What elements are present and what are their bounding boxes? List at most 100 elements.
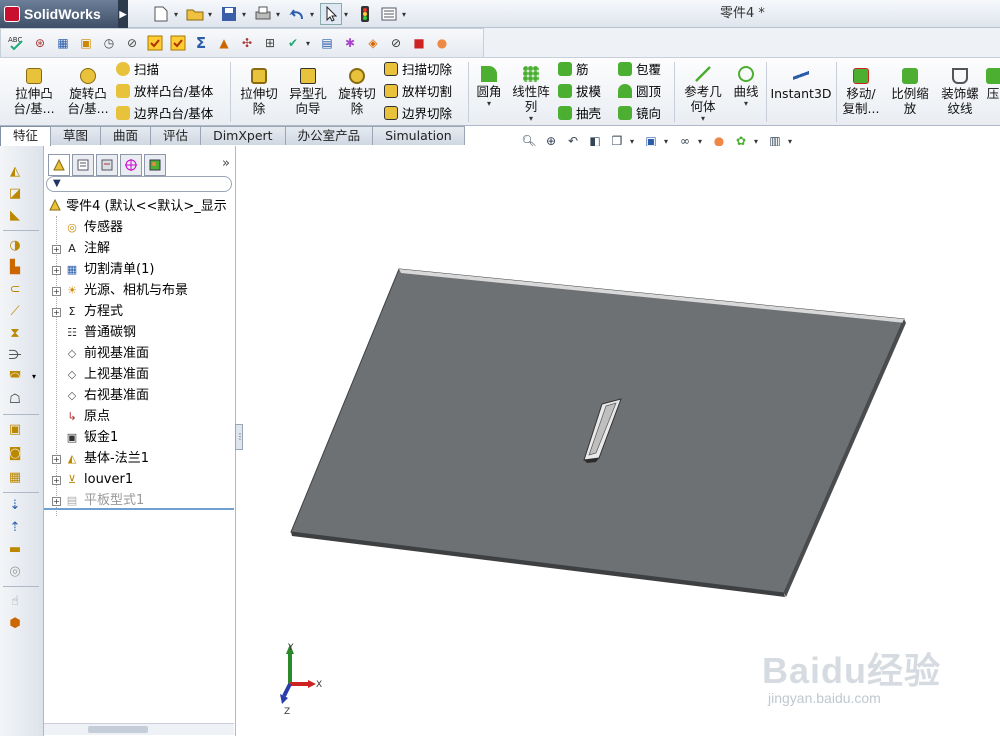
thickness-icon[interactable]: ◈ <box>363 33 383 53</box>
save-icon[interactable] <box>218 3 240 25</box>
tree-item[interactable]: ◇ 上视基准面 <box>52 365 149 385</box>
cosmetic-thread-button[interactable]: 装饰螺 纹线 <box>936 68 984 116</box>
expand-icon[interactable]: + <box>52 286 61 296</box>
swept-cut-button[interactable]: 扫描切除 <box>384 62 452 77</box>
tree-item[interactable]: ▣ 钣金1 <box>52 428 118 448</box>
display-style-dropdown-icon[interactable]: ▾ <box>664 137 672 146</box>
zebra-stripes-icon[interactable]: ▤ <box>317 33 337 53</box>
scrollbar-thumb[interactable] <box>88 726 148 733</box>
feature-tree-filter[interactable]: ▼ <box>46 176 232 192</box>
fold-icon[interactable]: ◚ <box>6 368 24 386</box>
expand-icon[interactable]: + <box>52 454 61 464</box>
more-tabs-icon[interactable]: » <box>222 156 230 171</box>
curves-dropdown-icon[interactable]: ▾ <box>728 99 764 109</box>
new-dropdown-icon[interactable]: ▾ <box>174 10 182 19</box>
insert-bends-icon[interactable]: ⇣ <box>6 496 24 514</box>
corner-relief-icon[interactable]: ▦ <box>6 468 24 486</box>
unfold-icon[interactable]: ⋺ <box>6 346 24 364</box>
loft-boss-button[interactable]: 放样凸台/基体 <box>116 84 213 99</box>
select-icon[interactable] <box>320 3 342 25</box>
convert-to-sheet-metal-icon[interactable]: ◎ <box>6 562 24 580</box>
new-icon[interactable] <box>150 3 172 25</box>
rebuild-icon[interactable] <box>354 3 376 25</box>
no-bends-icon[interactable]: ⇡ <box>6 518 24 536</box>
curvature-icon[interactable]: ✱ <box>340 33 360 53</box>
spell-check-icon[interactable]: ABC <box>7 33 27 53</box>
jog-icon[interactable]: ▙ <box>6 258 24 276</box>
revolve-boss-button[interactable]: 旋转凸 台/基... <box>62 68 114 116</box>
sensor-alert-icon[interactable]: ▲ <box>214 33 234 53</box>
mirror-button[interactable]: 镜向 <box>618 106 661 121</box>
print-dropdown-icon[interactable]: ▾ <box>276 10 284 19</box>
display-manager-tab-icon[interactable] <box>144 154 166 176</box>
tree-item[interactable]: + A 注解 <box>52 239 110 259</box>
section-properties-icon[interactable]: ▣ <box>76 33 96 53</box>
mass-properties-icon[interactable]: ▦ <box>53 33 73 53</box>
tree-item[interactable]: ◇ 前视基准面 <box>52 344 149 364</box>
sheet-metal-flange-icon[interactable]: ◭ <box>6 162 24 180</box>
hole-wizard-button[interactable]: 异型孔 向导 <box>284 68 332 116</box>
deviation-analysis-icon[interactable]: ✔ <box>283 33 303 53</box>
view-orientation-dropdown-icon[interactable]: ▾ <box>630 137 638 146</box>
parting-icon[interactable]: ■ <box>409 33 429 53</box>
cross-break-icon[interactable]: ⟋ <box>6 302 24 320</box>
options-icon[interactable] <box>378 3 400 25</box>
tree-root-part[interactable]: 零件4 (默认<<默认>_显示 <box>48 198 227 216</box>
weldment-icon[interactable]: ⬢ <box>6 614 24 632</box>
miter-flange-icon[interactable]: ◣ <box>6 206 24 224</box>
fillet-button[interactable]: 圆角 ▾ <box>472 66 506 109</box>
tree-item[interactable]: ↳ 原点 <box>52 407 110 427</box>
menu-flyout-arrow[interactable]: ▶ <box>118 0 128 28</box>
check-icon[interactable]: ⊘ <box>122 33 142 53</box>
feature-tree-scrollbar[interactable] <box>44 723 234 735</box>
flatten-icon[interactable]: ☝ <box>6 592 24 610</box>
feature-tree-tab-icon[interactable] <box>48 154 70 176</box>
reference-geometry-dropdown-icon[interactable]: ▾ <box>678 114 728 124</box>
scale-button[interactable]: 比例缩 放 <box>886 68 934 116</box>
compare-icon[interactable]: ⊞ <box>260 33 280 53</box>
extrude-cut-button[interactable]: 拉伸切 除 <box>234 68 284 116</box>
hide-show-dropdown-icon[interactable]: ▾ <box>698 137 706 146</box>
cut-off-button[interactable]: 压 <box>986 68 1000 101</box>
closed-corner-icon[interactable]: ☖ <box>6 390 24 408</box>
options-dropdown-icon[interactable]: ▾ <box>402 10 410 19</box>
boundary-cut-button[interactable]: 边界切除 <box>384 106 452 121</box>
print-icon[interactable] <box>252 3 274 25</box>
tab-dimxpert[interactable]: DimXpert <box>200 126 286 145</box>
appearance-icon[interactable]: ● <box>432 33 452 53</box>
undercut-icon[interactable]: ⊘ <box>386 33 406 53</box>
undo-icon[interactable] <box>286 3 308 25</box>
expand-icon[interactable]: + <box>52 265 61 275</box>
tree-item[interactable]: ◎ 传感器 <box>52 218 123 238</box>
extrude-boss-button[interactable]: 拉伸凸 台/基... <box>8 68 60 116</box>
wrap-button[interactable]: 包覆 <box>618 62 661 77</box>
edge-flange-icon[interactable]: ◪ <box>6 184 24 202</box>
split-line-icon[interactable]: ✣ <box>237 33 257 53</box>
linear-pattern-button[interactable]: 线性阵 列 ▾ <box>508 66 554 124</box>
tab-surfaces[interactable]: 曲面 <box>100 126 152 145</box>
open-icon[interactable] <box>184 3 206 25</box>
rip-icon[interactable]: ▬ <box>6 540 24 558</box>
undo-dropdown-icon[interactable]: ▾ <box>310 10 318 19</box>
tab-evaluate[interactable]: 评估 <box>150 126 202 145</box>
expand-icon[interactable]: + <box>52 244 61 254</box>
linear-pattern-dropdown-icon[interactable]: ▾ <box>508 114 554 124</box>
curves-button[interactable]: 曲线 ▾ <box>728 66 764 109</box>
sigma-icon[interactable]: Σ <box>191 33 211 53</box>
property-manager-tab-icon[interactable] <box>72 154 94 176</box>
rib-button[interactable]: 筋 <box>558 62 589 77</box>
expand-icon[interactable]: + <box>52 307 61 317</box>
vent-icon[interactable]: ◙ <box>6 444 24 462</box>
view-settings-dropdown-icon[interactable]: ▾ <box>788 137 796 146</box>
solidworks-logo[interactable]: SolidWorks ▶ <box>0 0 128 28</box>
forming-tool-icon[interactable]: ▣ <box>6 420 24 438</box>
expand-icon[interactable]: + <box>52 496 61 506</box>
statistics-icon[interactable]: ◷ <box>99 33 119 53</box>
tab-simulation[interactable]: Simulation <box>372 126 465 145</box>
boundary-boss-button[interactable]: 边界凸台/基体 <box>116 106 213 121</box>
configuration-manager-tab-icon[interactable] <box>96 154 118 176</box>
select-dropdown-icon[interactable]: ▾ <box>344 10 352 19</box>
lofted-bend-icon[interactable]: ⧗ <box>6 324 24 342</box>
tree-item[interactable]: + ◭ 基体-法兰1 <box>52 449 149 469</box>
tab-features[interactable]: 特征 <box>0 126 52 146</box>
